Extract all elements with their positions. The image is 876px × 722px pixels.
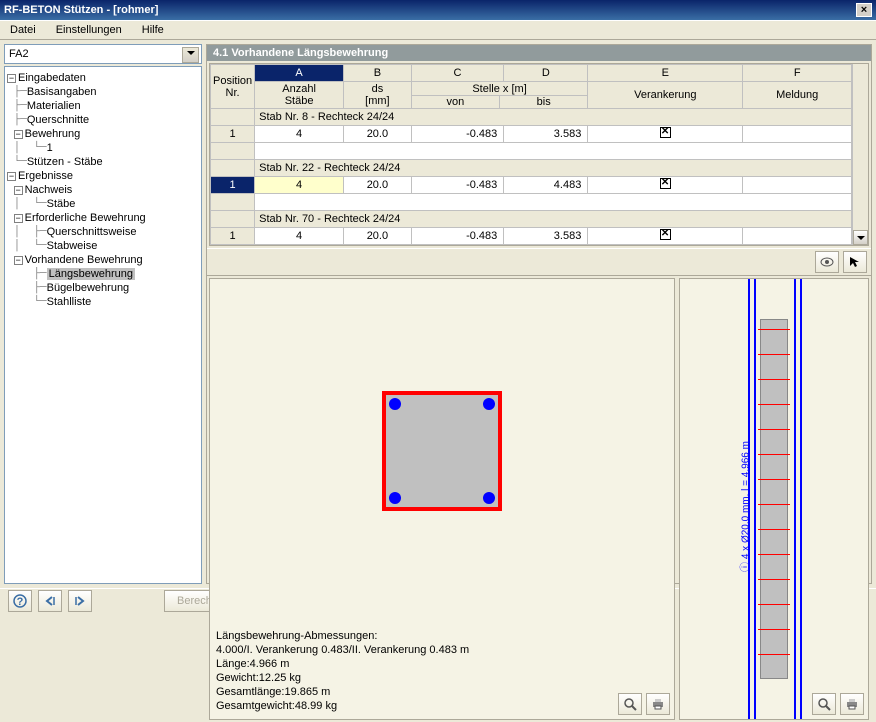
help-icon: ? (13, 594, 27, 608)
arrow-right-icon (74, 595, 86, 607)
printer-icon (651, 698, 665, 710)
cursor-icon (849, 256, 861, 268)
case-combo[interactable]: FA2 (4, 44, 202, 64)
col-anzahl: Anzahl Stäbe (255, 82, 344, 109)
table-row[interactable]: 1 420.0 -0.4833.583 (211, 126, 852, 143)
print-button[interactable] (840, 693, 864, 715)
chevron-down-icon (187, 51, 195, 55)
eye-icon (820, 257, 834, 267)
table-row[interactable]: 1 420.0 -0.4833.583 (211, 228, 852, 245)
case-combo-value: FA2 (9, 48, 29, 60)
elev-column (760, 319, 788, 679)
tree-basisangaben[interactable]: ├─ Basisangaben (7, 85, 199, 99)
tree-nachweis-staebe[interactable]: │ └─ Stäbe (7, 197, 199, 211)
table-toolbar (207, 248, 871, 276)
panel-title: 4.1 Vorhandene Längsbewehrung (207, 45, 871, 61)
col-ds: ds [mm] (344, 82, 412, 109)
tree-stuetzen[interactable]: └─ Stützen - Stäbe (7, 155, 199, 169)
tree-bewehrung[interactable]: −Bewehrung (7, 127, 199, 141)
svg-text:?: ? (17, 596, 24, 608)
menu-bar: Datei Einstellungen Hilfe (0, 20, 876, 40)
table-row-empty (211, 143, 852, 160)
close-button[interactable]: × (856, 3, 872, 17)
title-bar: RF-BETON Stützen - [rohmer] × (0, 0, 876, 20)
cross-section-info: Längsbewehrung-Abmessungen: 4.000/I. Ver… (210, 623, 674, 719)
tree-querschnittsweise[interactable]: │ ├─ Querschnittsweise (7, 225, 199, 239)
zoom-icon (623, 697, 637, 711)
rebar-dot (389, 492, 401, 504)
col-stelle: Stelle x [m] vonbis (411, 82, 588, 109)
rebar-dot (389, 398, 401, 410)
elev-bar (794, 279, 796, 719)
elevation-view: ⓘ 4 x Ø20.0 mm, l = 4.966 m (679, 278, 869, 720)
col-letter-f[interactable]: F (743, 65, 852, 82)
window-title: RF-BETON Stützen - [rohmer] (4, 4, 158, 16)
pick-button[interactable] (843, 251, 867, 273)
col-letter-c[interactable]: C (411, 65, 503, 82)
col-letter-e[interactable]: E (588, 65, 743, 82)
tree-bewehrung-1[interactable]: │ └─ 1 (7, 141, 199, 155)
col-letter-a[interactable]: A (255, 65, 344, 82)
col-position: Position Nr. (211, 65, 255, 109)
arrow-left-icon (44, 595, 56, 607)
nav-tree[interactable]: −Eingabedaten ├─ Basisangaben ├─ Materia… (4, 66, 202, 584)
col-meldung: Meldung (743, 82, 852, 109)
col-letter-d[interactable]: D (504, 65, 588, 82)
rebar-dot (483, 398, 495, 410)
checkbox-icon[interactable] (660, 229, 671, 240)
menu-settings[interactable]: Einstellungen (50, 22, 128, 38)
prev-button[interactable] (38, 590, 62, 612)
tree-vorh-bewehrung[interactable]: −Vorhandene Bewehrung (7, 253, 199, 267)
tree-querschnitte[interactable]: ├─ Querschnitte (7, 113, 199, 127)
col-verankerung: Verankerung (588, 82, 743, 109)
print-button[interactable] (646, 693, 670, 715)
rebar-dot (483, 492, 495, 504)
printer-icon (845, 698, 859, 710)
tree-stahlliste[interactable]: └─ Stahlliste (7, 295, 199, 309)
table-group-1: Stab Nr. 8 - Rechteck 24/24 (211, 109, 852, 126)
checkbox-icon[interactable] (660, 178, 671, 189)
cross-section-shape (382, 391, 502, 511)
cross-section-view: Längsbewehrung-Abmessungen: 4.000/I. Ver… (209, 278, 675, 720)
tree-erf-bewehrung[interactable]: −Erforderliche Bewehrung (7, 211, 199, 225)
tree-stabweise[interactable]: │ └─ Stabweise (7, 239, 199, 253)
col-letter-b[interactable]: B (344, 65, 412, 82)
table-scrollbar[interactable] (852, 64, 868, 245)
show-button[interactable] (815, 251, 839, 273)
menu-help[interactable]: Hilfe (136, 22, 170, 38)
table-row-empty (211, 194, 852, 211)
zoom-button[interactable] (618, 693, 642, 715)
table-row[interactable]: 1 420.0 -0.4834.483 (211, 177, 852, 194)
scroll-down-icon[interactable] (853, 230, 868, 245)
tree-materialien[interactable]: ├─ Materialien (7, 99, 199, 113)
elev-label: ⓘ 4 x Ø20.0 mm, l = 4.966 m (737, 407, 752, 607)
table-group-2: Stab Nr. 22 - Rechteck 24/24 (211, 160, 852, 177)
elev-bar (800, 279, 802, 719)
rebar-table[interactable]: Position Nr. A B C D E F Anzahl Stäbe ds… (210, 64, 852, 245)
zoom-icon (817, 697, 831, 711)
zoom-button[interactable] (812, 693, 836, 715)
table-group-3: Stab Nr. 70 - Rechteck 24/24 (211, 211, 852, 228)
elev-bar (754, 279, 756, 719)
tree-nachweis[interactable]: −Nachweis (7, 183, 199, 197)
next-button[interactable] (68, 590, 92, 612)
tree-laengsbewehrung[interactable]: ├─ Längsbewehrung (7, 267, 199, 281)
tree-ergebnisse[interactable]: −Ergebnisse (7, 169, 199, 183)
menu-file[interactable]: Datei (4, 22, 42, 38)
help-button[interactable]: ? (8, 590, 32, 612)
tree-buegelbewehrung[interactable]: ├─ Bügelbewehrung (7, 281, 199, 295)
tree-eingabedaten[interactable]: −Eingabedaten (7, 71, 199, 85)
checkbox-icon[interactable] (660, 127, 671, 138)
